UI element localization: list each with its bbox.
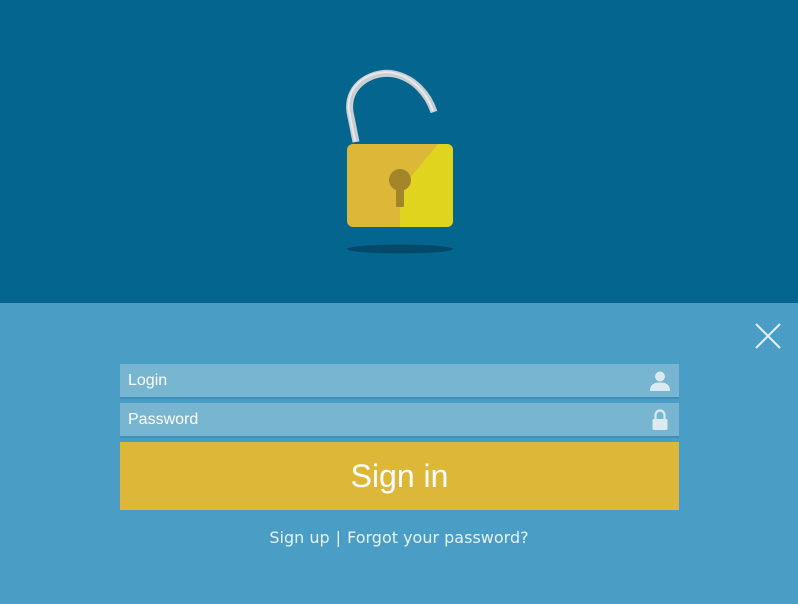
close-icon[interactable] — [754, 322, 782, 350]
login-screen: Sign in Sign up | Forgot your password? — [0, 0, 798, 604]
link-separator: | — [335, 528, 342, 547]
forgot-password-link[interactable]: Forgot your password? — [347, 528, 529, 547]
open-padlock-icon — [346, 69, 453, 254]
password-field — [120, 403, 679, 438]
password-input[interactable] — [120, 403, 679, 436]
footer-links: Sign up | Forgot your password? — [0, 528, 798, 547]
sign-up-link[interactable]: Sign up — [269, 528, 329, 547]
login-field — [120, 364, 679, 399]
login-input[interactable] — [120, 364, 679, 397]
header-panel — [0, 0, 798, 303]
lock-icon — [652, 409, 668, 430]
user-icon — [650, 371, 670, 391]
sign-in-button[interactable]: Sign in — [120, 442, 679, 510]
